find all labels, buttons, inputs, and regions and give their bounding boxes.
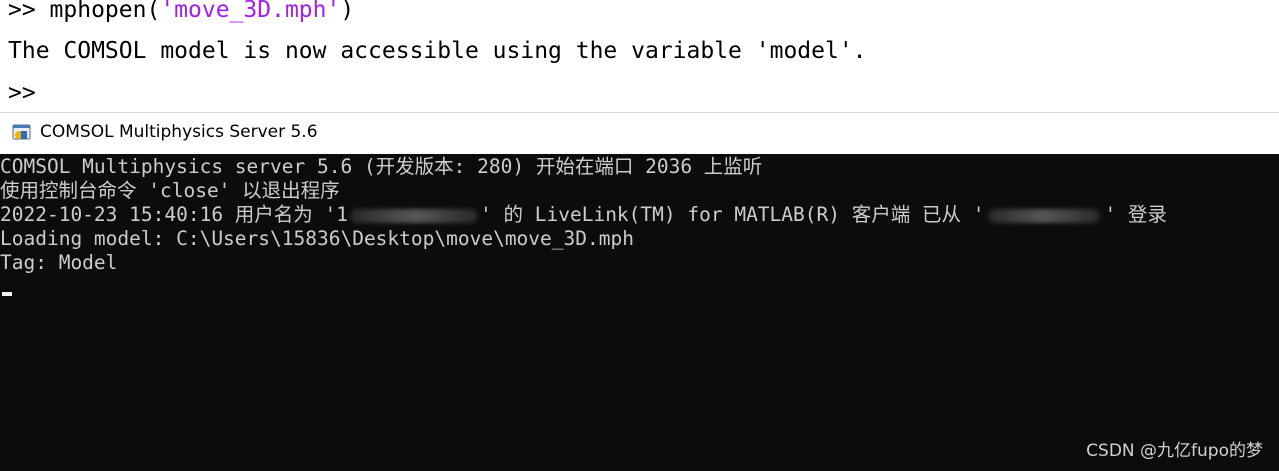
console-line: Tag: Model bbox=[0, 251, 118, 274]
command-text: mphopen( bbox=[49, 0, 161, 23]
string-argument: 'move_3D.mph' bbox=[160, 0, 341, 23]
command-close-paren: ) bbox=[340, 0, 355, 23]
console-line: COMSOL Multiphysics server 5.6 (开发版本: 28… bbox=[0, 155, 763, 178]
matlab-command-window[interactable]: >> mphopen('move_3D.mph') The COMSOL mod… bbox=[0, 0, 1279, 112]
window-title: COMSOL Multiphysics Server 5.6 bbox=[40, 122, 318, 142]
server-console[interactable]: COMSOL Multiphysics server 5.6 (开发版本: 28… bbox=[0, 154, 1279, 471]
command-output: The COMSOL model is now accessible using… bbox=[8, 38, 867, 64]
console-line: Loading model: C:\Users\15836\Desktop\mo… bbox=[0, 227, 634, 250]
watermark: CSDN @九亿fupo的梦 bbox=[1086, 441, 1263, 461]
console-line: 使用控制台命令 'close' 以退出程序 bbox=[0, 179, 340, 202]
console-text: ' 的 LiveLink(TM) for MATLAB(R) 客户端 已从 ' bbox=[480, 203, 985, 226]
text-cursor bbox=[2, 292, 12, 296]
server-window-title-bar[interactable]: COMSOL Multiphysics Server 5.6 bbox=[0, 112, 1279, 154]
command-line-mphopen: >> mphopen('move_3D.mph') bbox=[8, 0, 354, 24]
command-prompt[interactable]: >> bbox=[8, 79, 36, 107]
console-line-login: 2022-10-23 15:40:16 用户名为 '1 ' 的 LiveLink(… bbox=[0, 203, 1167, 227]
prompt: >> bbox=[8, 0, 50, 23]
comsol-app-icon bbox=[12, 124, 31, 140]
redacted-host bbox=[988, 208, 1101, 223]
console-text: ' 登录 bbox=[1104, 203, 1167, 226]
redacted-username bbox=[350, 208, 479, 223]
console-text: 2022-10-23 15:40:16 用户名为 '1 bbox=[0, 203, 349, 226]
